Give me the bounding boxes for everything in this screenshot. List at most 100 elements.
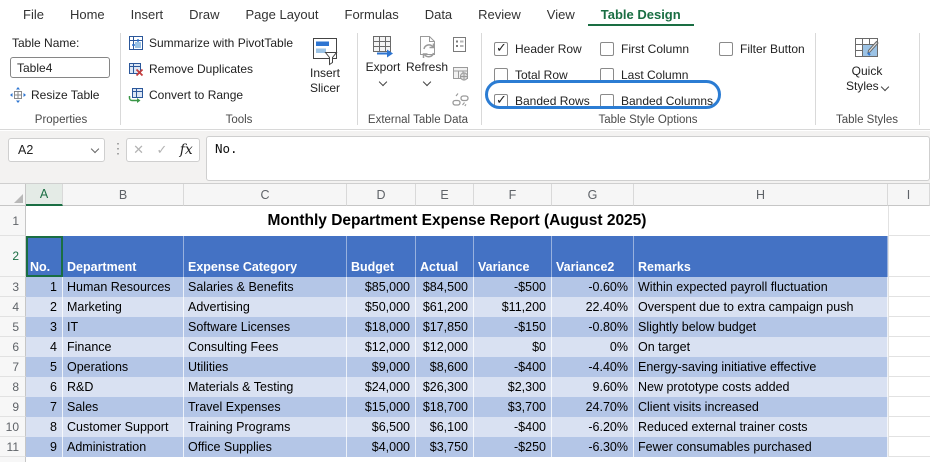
empty-cell[interactable] xyxy=(888,206,930,236)
cell[interactable]: $9,000 xyxy=(347,357,416,377)
resize-table-button[interactable]: Resize Table xyxy=(10,87,99,103)
cell[interactable]: Reduced external trainer costs xyxy=(634,417,888,437)
cell[interactable]: Travel Expenses xyxy=(184,397,347,417)
cell[interactable]: Salaries & Benefits xyxy=(184,277,347,297)
table-header-cell[interactable]: Expense Category xyxy=(184,236,347,277)
cell[interactable]: $6,100 xyxy=(416,417,474,437)
cell[interactable]: -6.20% xyxy=(552,417,634,437)
tab-home[interactable]: Home xyxy=(57,2,118,26)
cell[interactable]: 24.70% xyxy=(552,397,634,417)
cell[interactable]: $6,500 xyxy=(347,417,416,437)
remove-duplicates-button[interactable]: Remove Duplicates xyxy=(128,61,253,77)
cell[interactable]: $24,000 xyxy=(347,377,416,397)
column-header-g[interactable]: G xyxy=(552,184,634,206)
export-button[interactable]: Export xyxy=(362,34,404,87)
row-header[interactable]: 6 xyxy=(0,337,26,357)
empty-cell[interactable] xyxy=(888,337,930,357)
cell[interactable]: Advertising xyxy=(184,297,347,317)
cell[interactable]: 6 xyxy=(26,377,63,397)
cell[interactable]: Slightly below budget xyxy=(634,317,888,337)
tab-file[interactable]: File xyxy=(10,2,57,26)
cell[interactable]: Finance xyxy=(63,337,184,357)
cell[interactable]: Marketing xyxy=(63,297,184,317)
cell[interactable]: Training Programs xyxy=(184,417,347,437)
cell[interactable]: 0% xyxy=(552,337,634,357)
cell[interactable]: Sales xyxy=(63,397,184,417)
cell[interactable]: Materials & Testing xyxy=(184,377,347,397)
column-header-i[interactable]: I xyxy=(888,184,930,206)
cell[interactable]: $26,300 xyxy=(416,377,474,397)
row-header[interactable]: 8 xyxy=(0,377,26,397)
cell[interactable]: 5 xyxy=(26,357,63,377)
cell[interactable]: Within expected payroll fluctuation xyxy=(634,277,888,297)
cell[interactable]: 7 xyxy=(26,397,63,417)
cell[interactable]: -$400 xyxy=(474,357,552,377)
tab-formulas[interactable]: Formulas xyxy=(332,2,412,26)
cancel-icon[interactable]: ✕ xyxy=(133,142,144,158)
column-header-d[interactable]: D xyxy=(347,184,416,206)
cell[interactable]: $85,000 xyxy=(347,277,416,297)
tab-insert[interactable]: Insert xyxy=(118,2,177,26)
cell[interactable]: Utilities xyxy=(184,357,347,377)
cell[interactable]: $50,000 xyxy=(347,297,416,317)
cell[interactable]: $84,500 xyxy=(416,277,474,297)
cell[interactable]: -0.80% xyxy=(552,317,634,337)
summarize-with-pivottable-button[interactable]: Summarize with PivotTable xyxy=(128,35,293,51)
cell[interactable]: 3 xyxy=(26,317,63,337)
table-header-cell[interactable]: Remarks xyxy=(634,236,888,277)
checkbox-filter-button[interactable]: Filter Button xyxy=(719,36,805,62)
row-header[interactable]: 2 xyxy=(0,236,26,277)
row-header[interactable]: 1 xyxy=(0,206,26,236)
cell[interactable]: $61,200 xyxy=(416,297,474,317)
cell[interactable]: -$250 xyxy=(474,437,552,457)
cell[interactable]: Client visits increased xyxy=(634,397,888,417)
name-box[interactable]: A2 xyxy=(8,138,105,162)
cell[interactable]: 8 xyxy=(26,417,63,437)
row-header[interactable]: 11 xyxy=(0,437,26,457)
row-header[interactable]: 10 xyxy=(0,417,26,437)
cell[interactable]: 2 xyxy=(26,297,63,317)
row-header[interactable]: 9 xyxy=(0,397,26,417)
cell[interactable]: $4,000 xyxy=(347,437,416,457)
row-header[interactable]: 5 xyxy=(0,317,26,337)
cell[interactable]: Human Resources xyxy=(63,277,184,297)
row-header[interactable]: 4 xyxy=(0,297,26,317)
tab-view[interactable]: View xyxy=(534,2,588,26)
tab-draw[interactable]: Draw xyxy=(176,2,232,26)
cell[interactable]: $12,000 xyxy=(347,337,416,357)
cell[interactable]: -$400 xyxy=(474,417,552,437)
checkbox-box-header-row[interactable] xyxy=(494,40,508,56)
cell[interactable]: $17,850 xyxy=(416,317,474,337)
row-header[interactable]: 7 xyxy=(0,357,26,377)
tab-page-layout[interactable]: Page Layout xyxy=(233,2,332,26)
cell[interactable]: -$150 xyxy=(474,317,552,337)
cell[interactable]: -$500 xyxy=(474,277,552,297)
table-header-cell[interactable]: Variance xyxy=(474,236,552,277)
cell[interactable]: $2,300 xyxy=(474,377,552,397)
cell[interactable]: 22.40% xyxy=(552,297,634,317)
table-header-cell[interactable]: Budget xyxy=(347,236,416,277)
cell[interactable]: $15,000 xyxy=(347,397,416,417)
cell[interactable]: $18,700 xyxy=(416,397,474,417)
empty-cell[interactable] xyxy=(888,357,930,377)
enter-icon[interactable]: ✓ xyxy=(156,142,167,158)
cell[interactable]: $3,700 xyxy=(474,397,552,417)
sheet-title-cell[interactable]: Monthly Department Expense Report (Augus… xyxy=(26,206,888,236)
cell[interactable]: Operations xyxy=(63,357,184,377)
data-range-properties-icon[interactable] xyxy=(452,36,470,54)
cell[interactable]: Overspent due to extra campaign push xyxy=(634,297,888,317)
checkbox-first-column[interactable]: First Column xyxy=(600,36,713,62)
tab-table-design[interactable]: Table Design xyxy=(587,2,694,26)
empty-cell[interactable] xyxy=(888,417,930,437)
refresh-button[interactable]: Refresh xyxy=(404,34,450,87)
column-header-a[interactable]: A xyxy=(26,184,63,206)
cell[interactable]: -4.40% xyxy=(552,357,634,377)
cell[interactable]: Software Licenses xyxy=(184,317,347,337)
empty-cell[interactable] xyxy=(888,317,930,337)
table-header-cell[interactable]: Department xyxy=(63,236,184,277)
cell[interactable]: $11,200 xyxy=(474,297,552,317)
cell[interactable]: Fewer consumables purchased xyxy=(634,437,888,457)
empty-cell[interactable] xyxy=(888,377,930,397)
empty-cell[interactable] xyxy=(888,297,930,317)
cell[interactable]: $8,600 xyxy=(416,357,474,377)
